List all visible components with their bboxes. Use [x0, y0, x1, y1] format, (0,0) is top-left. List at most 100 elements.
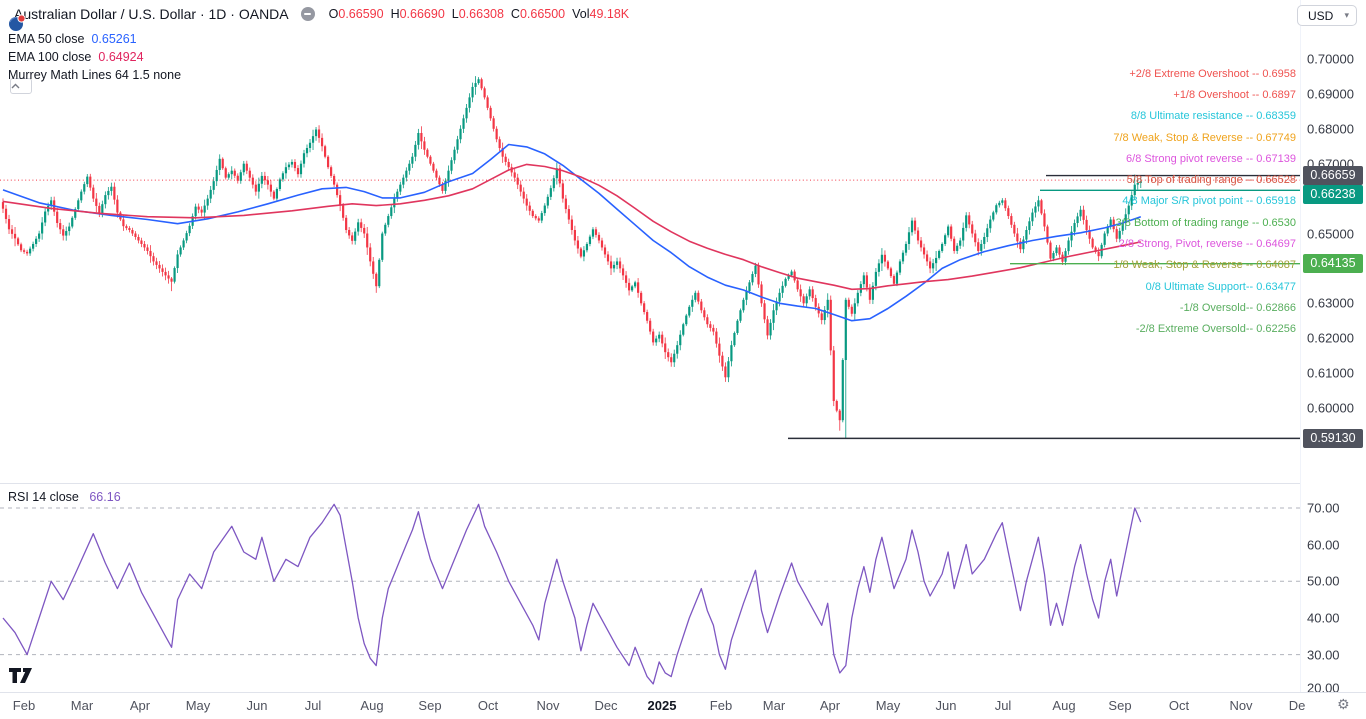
- candle: [634, 282, 636, 286]
- rsi-pane[interactable]: [0, 484, 1300, 692]
- candle: [378, 260, 380, 286]
- candle: [89, 177, 91, 188]
- candle: [812, 289, 814, 298]
- candle: [246, 164, 248, 171]
- candle: [751, 274, 753, 282]
- candle: [887, 262, 889, 269]
- candle: [766, 319, 768, 335]
- candle: [1043, 213, 1045, 226]
- candle: [905, 244, 907, 253]
- candle: [896, 273, 898, 284]
- legend-row-ema100[interactable]: EMA 100 close0.64924: [8, 48, 636, 66]
- candle: [700, 302, 702, 311]
- candle: [92, 188, 94, 199]
- candle: [318, 129, 320, 137]
- candle: [893, 276, 895, 284]
- candle: [342, 206, 344, 218]
- candle: [866, 275, 868, 287]
- candle: [95, 199, 97, 206]
- candle: [219, 159, 221, 170]
- candle: [691, 300, 693, 307]
- candle: [685, 316, 687, 325]
- candle: [1082, 210, 1084, 220]
- rsi-axis-label: 60.00: [1307, 537, 1340, 552]
- candle: [586, 244, 588, 250]
- candle: [1013, 225, 1015, 234]
- candle: [149, 251, 151, 256]
- candle: [730, 345, 732, 361]
- candle: [827, 300, 829, 310]
- time-axis-label: Jul: [305, 698, 322, 713]
- candle: [854, 303, 856, 313]
- candle: [989, 220, 991, 229]
- candle: [529, 206, 531, 211]
- candle: [270, 185, 272, 192]
- candle: [267, 180, 269, 184]
- candle: [637, 282, 639, 292]
- time-axis[interactable]: ⚙︎ FebMarAprMayJunJulAugSepOctNovDec2025…: [0, 692, 1366, 719]
- price-axis[interactable]: 0.700000.690000.680000.670000.660000.650…: [1300, 0, 1366, 692]
- legend-row-ema50[interactable]: EMA 50 close0.65261: [8, 30, 636, 48]
- candle: [387, 216, 389, 225]
- candle: [366, 234, 368, 248]
- candle: [354, 232, 356, 241]
- time-axis-label: May: [876, 698, 901, 713]
- candle: [294, 162, 296, 168]
- candle: [697, 293, 699, 302]
- candle: [601, 240, 603, 247]
- candle: [1116, 229, 1118, 239]
- candle: [125, 226, 127, 228]
- candle: [709, 324, 711, 328]
- currency-dropdown[interactable]: USD ▾: [1297, 5, 1357, 26]
- candle: [411, 157, 413, 164]
- candle: [222, 159, 224, 168]
- legend-minus-circle-icon[interactable]: [301, 7, 315, 21]
- candle: [962, 228, 964, 241]
- candle: [369, 247, 371, 261]
- time-axis-label: Jul: [995, 698, 1012, 713]
- candle: [146, 247, 148, 250]
- candle: [535, 216, 537, 218]
- candle: [848, 300, 850, 307]
- candle: [459, 129, 461, 139]
- candle: [625, 275, 627, 283]
- price-line-badge: 0.59130: [1303, 429, 1363, 448]
- rsi-line: [3, 504, 1141, 684]
- gear-icon[interactable]: ⚙︎: [1337, 696, 1350, 713]
- candle: [216, 170, 218, 181]
- candle: [748, 282, 750, 291]
- candle: [228, 174, 230, 177]
- rsi-legend[interactable]: RSI 14 close 66.16: [8, 490, 121, 504]
- symbol-title[interactable]: Australian Dollar / U.S. Dollar · 1D · O…: [14, 6, 289, 22]
- candle: [186, 233, 188, 240]
- candle: [956, 246, 958, 251]
- candle: [1040, 200, 1042, 213]
- candle: [35, 239, 37, 244]
- time-axis-label: 2025: [648, 698, 677, 713]
- candle: [258, 184, 260, 192]
- candle: [357, 222, 359, 231]
- candle: [995, 205, 997, 212]
- candle: [950, 227, 952, 239]
- candle: [237, 176, 239, 181]
- candle: [86, 177, 88, 185]
- candle: [65, 231, 67, 236]
- candle: [646, 312, 648, 321]
- candle: [643, 303, 645, 312]
- candle: [462, 118, 464, 128]
- candle: [134, 234, 136, 237]
- candle: [715, 332, 717, 344]
- candle: [661, 335, 663, 344]
- candle: [670, 357, 672, 362]
- ema100-value: 0.64924: [98, 50, 143, 64]
- candle: [1007, 208, 1009, 216]
- candle: [435, 171, 437, 178]
- candle: [288, 165, 290, 168]
- chart-legend: Australian Dollar / U.S. Dollar · 1D · O…: [8, 4, 636, 84]
- candle: [264, 176, 266, 180]
- candle: [417, 133, 419, 145]
- candle: [161, 268, 163, 271]
- candle: [351, 235, 353, 240]
- pane-separator[interactable]: [0, 483, 1366, 484]
- legend-row-murrey[interactable]: Murrey Math Lines 64 1.5 none: [8, 66, 636, 84]
